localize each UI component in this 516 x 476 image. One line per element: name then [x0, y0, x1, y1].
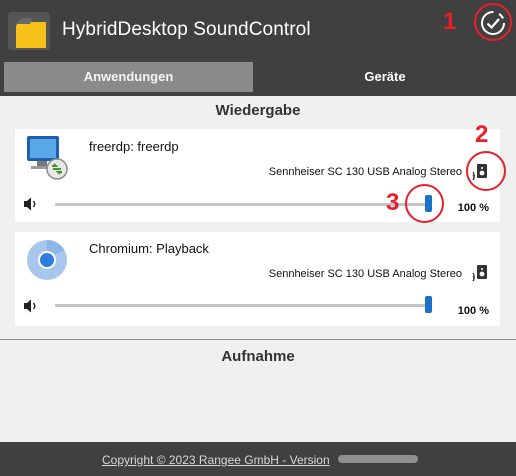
playback-item: Chromium: Playback Sennheiser SC 130 USB… [15, 232, 500, 326]
volume-slider-thumb[interactable] [425, 296, 432, 313]
title-bar: HybridDesktop SoundControl [0, 0, 516, 62]
volume-percent: 100 % [457, 305, 489, 317]
output-device-label: Sennheiser SC 130 USB Analog Stereo [268, 166, 462, 178]
tab-bar: Anwendungen Geräte [0, 62, 516, 96]
volume-fill [55, 304, 428, 307]
tab-anwendungen[interactable]: Anwendungen [4, 62, 253, 92]
annotation-circle [466, 151, 506, 191]
version-redaction [338, 455, 418, 463]
speaker-icon[interactable] [23, 196, 39, 212]
recording-heading: Aufnahme [221, 348, 295, 365]
copyright-link[interactable]: Copyright © 2023 Rangee GmbH - Version [102, 453, 330, 467]
app-name: Chromium: Playback [89, 241, 209, 256]
volume-slider[interactable] [55, 296, 432, 313]
playback-heading: Wiedergabe [215, 102, 301, 119]
chromium-icon [27, 240, 67, 280]
remote-desktop-icon [27, 136, 68, 180]
folder-app-icon [8, 12, 50, 50]
section-divider [0, 339, 516, 340]
tab-geraete[interactable]: Geräte [258, 62, 512, 92]
output-device-icon[interactable] [472, 265, 488, 281]
app-title: HybridDesktop SoundControl [62, 19, 311, 40]
volume-percent: 100 % [457, 202, 489, 214]
annotation-marker: 2 [475, 121, 489, 148]
annotation-circle [474, 3, 512, 41]
volume-fill [55, 203, 428, 206]
annotation-circle [405, 184, 444, 223]
output-device-label: Sennheiser SC 130 USB Analog Stereo [268, 268, 462, 280]
app-name: freerdp: freerdp [89, 139, 179, 154]
annotation-marker: 3 [386, 189, 400, 216]
footer: Copyright © 2023 Rangee GmbH - Version [0, 442, 516, 476]
annotation-marker: 1 [443, 8, 457, 35]
volume-slider[interactable] [55, 195, 432, 212]
speaker-icon[interactable] [23, 298, 39, 314]
